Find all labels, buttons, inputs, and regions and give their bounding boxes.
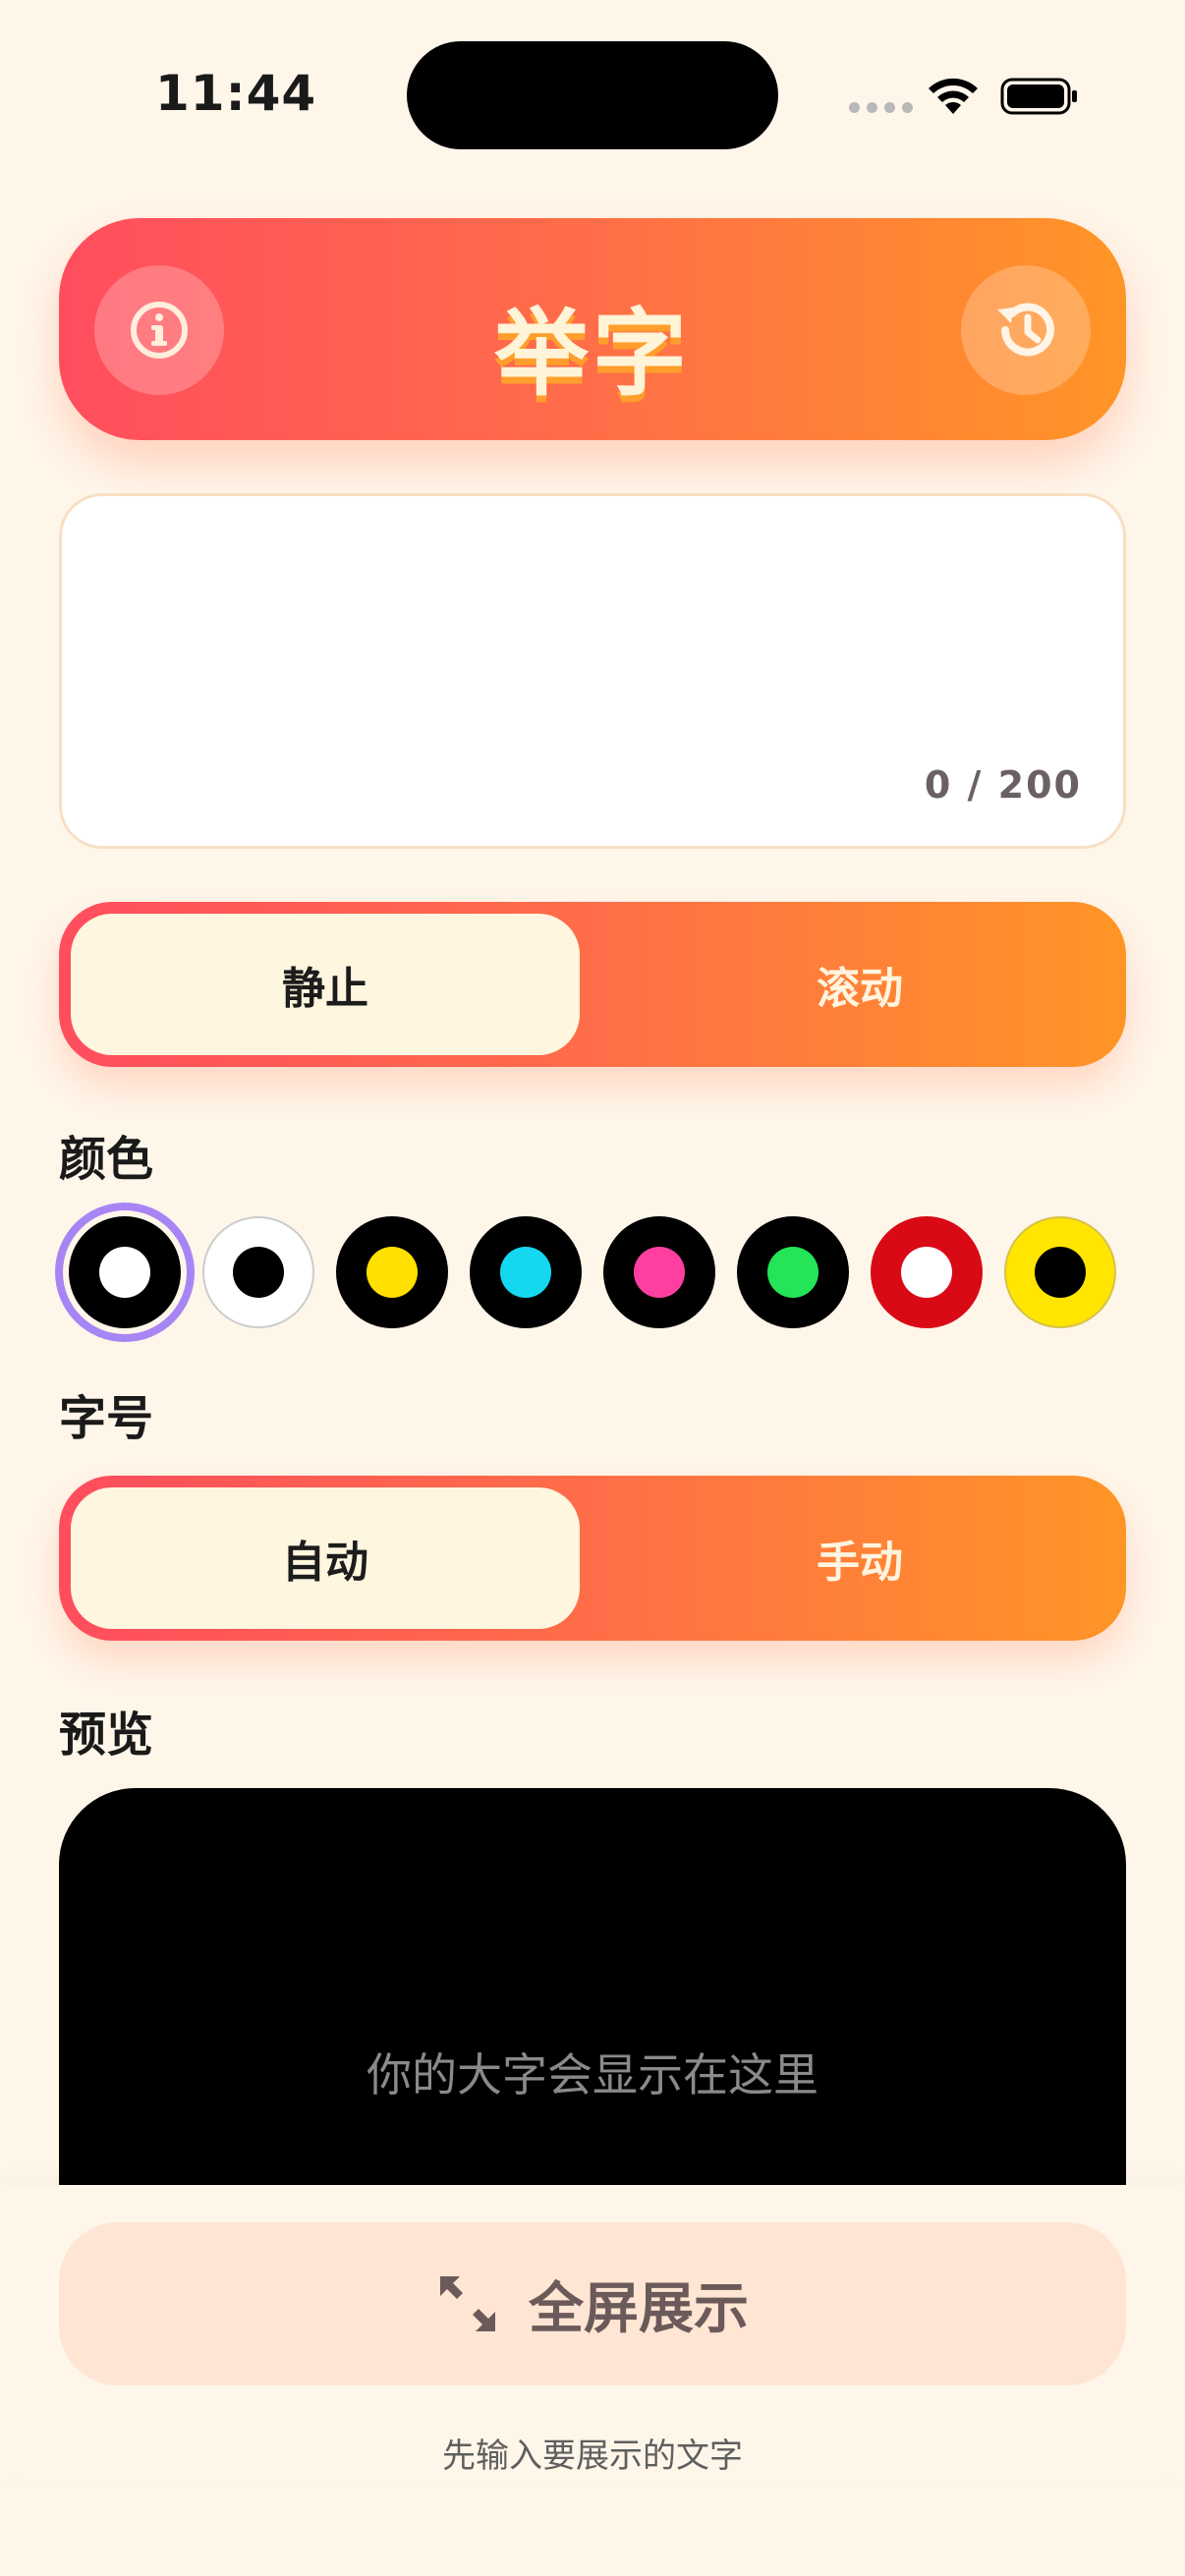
color-swatch-1[interactable] (69, 1216, 181, 1328)
font-size-option-auto[interactable]: 自动 (71, 1487, 580, 1629)
color-swatch-inner (367, 1247, 418, 1298)
color-swatch-4[interactable] (470, 1216, 582, 1328)
fullscreen-button[interactable]: 全屏展示 (59, 2222, 1126, 2385)
preview-placeholder-text: 你的大字会显示在这里 (367, 2048, 818, 2101)
font-size-option-manual[interactable]: 手动 (605, 1487, 1114, 1629)
color-swatch-inner (634, 1247, 685, 1298)
mode-segmented-control: 静止 滚动 (59, 902, 1126, 1067)
color-swatch-inner (767, 1247, 818, 1298)
char-counter: 0 / 200 (924, 763, 1082, 807)
font-size-segmented-control: 自动 手动 (59, 1476, 1126, 1641)
expand-icon (440, 2276, 495, 2331)
preview-section-label: 预览 (59, 1708, 154, 1763)
color-swatch-2[interactable] (202, 1216, 314, 1328)
color-swatch-inner (1035, 1247, 1086, 1298)
color-section-label: 颜色 (59, 1132, 154, 1187)
bottom-action-panel: 全屏展示 先输入要展示的文字 (0, 2185, 1185, 2480)
color-swatch-inner (901, 1247, 952, 1298)
text-input-box: 0 / 200 (59, 493, 1126, 849)
text-input[interactable] (91, 526, 1094, 777)
color-swatch-inner (233, 1247, 284, 1298)
color-swatch-6[interactable] (737, 1216, 849, 1328)
wifi-icon (929, 78, 978, 114)
color-swatch-7[interactable] (871, 1216, 983, 1328)
color-swatch-3[interactable] (336, 1216, 448, 1328)
signal-dots-icon (849, 102, 913, 113)
color-swatch-5[interactable] (603, 1216, 715, 1328)
history-icon (997, 303, 1054, 357)
history-button[interactable] (961, 265, 1091, 395)
mode-option-static[interactable]: 静止 (71, 914, 580, 1055)
app-header: 举字 (59, 218, 1126, 440)
fullscreen-button-label: 全屏展示 (529, 2276, 749, 2341)
font-size-section-label: 字号 (59, 1391, 154, 1446)
color-swatch-inner (99, 1247, 150, 1298)
mode-option-scroll[interactable]: 滚动 (605, 914, 1114, 1055)
color-swatch-inner (500, 1247, 551, 1298)
color-swatch-8[interactable] (1004, 1216, 1116, 1328)
status-time: 11:44 (155, 65, 317, 122)
fullscreen-hint: 先输入要展示的文字 (442, 2436, 743, 2476)
battery-icon (1000, 78, 1077, 115)
dynamic-island (407, 41, 778, 149)
status-bar: 11:44 (0, 0, 1185, 187)
